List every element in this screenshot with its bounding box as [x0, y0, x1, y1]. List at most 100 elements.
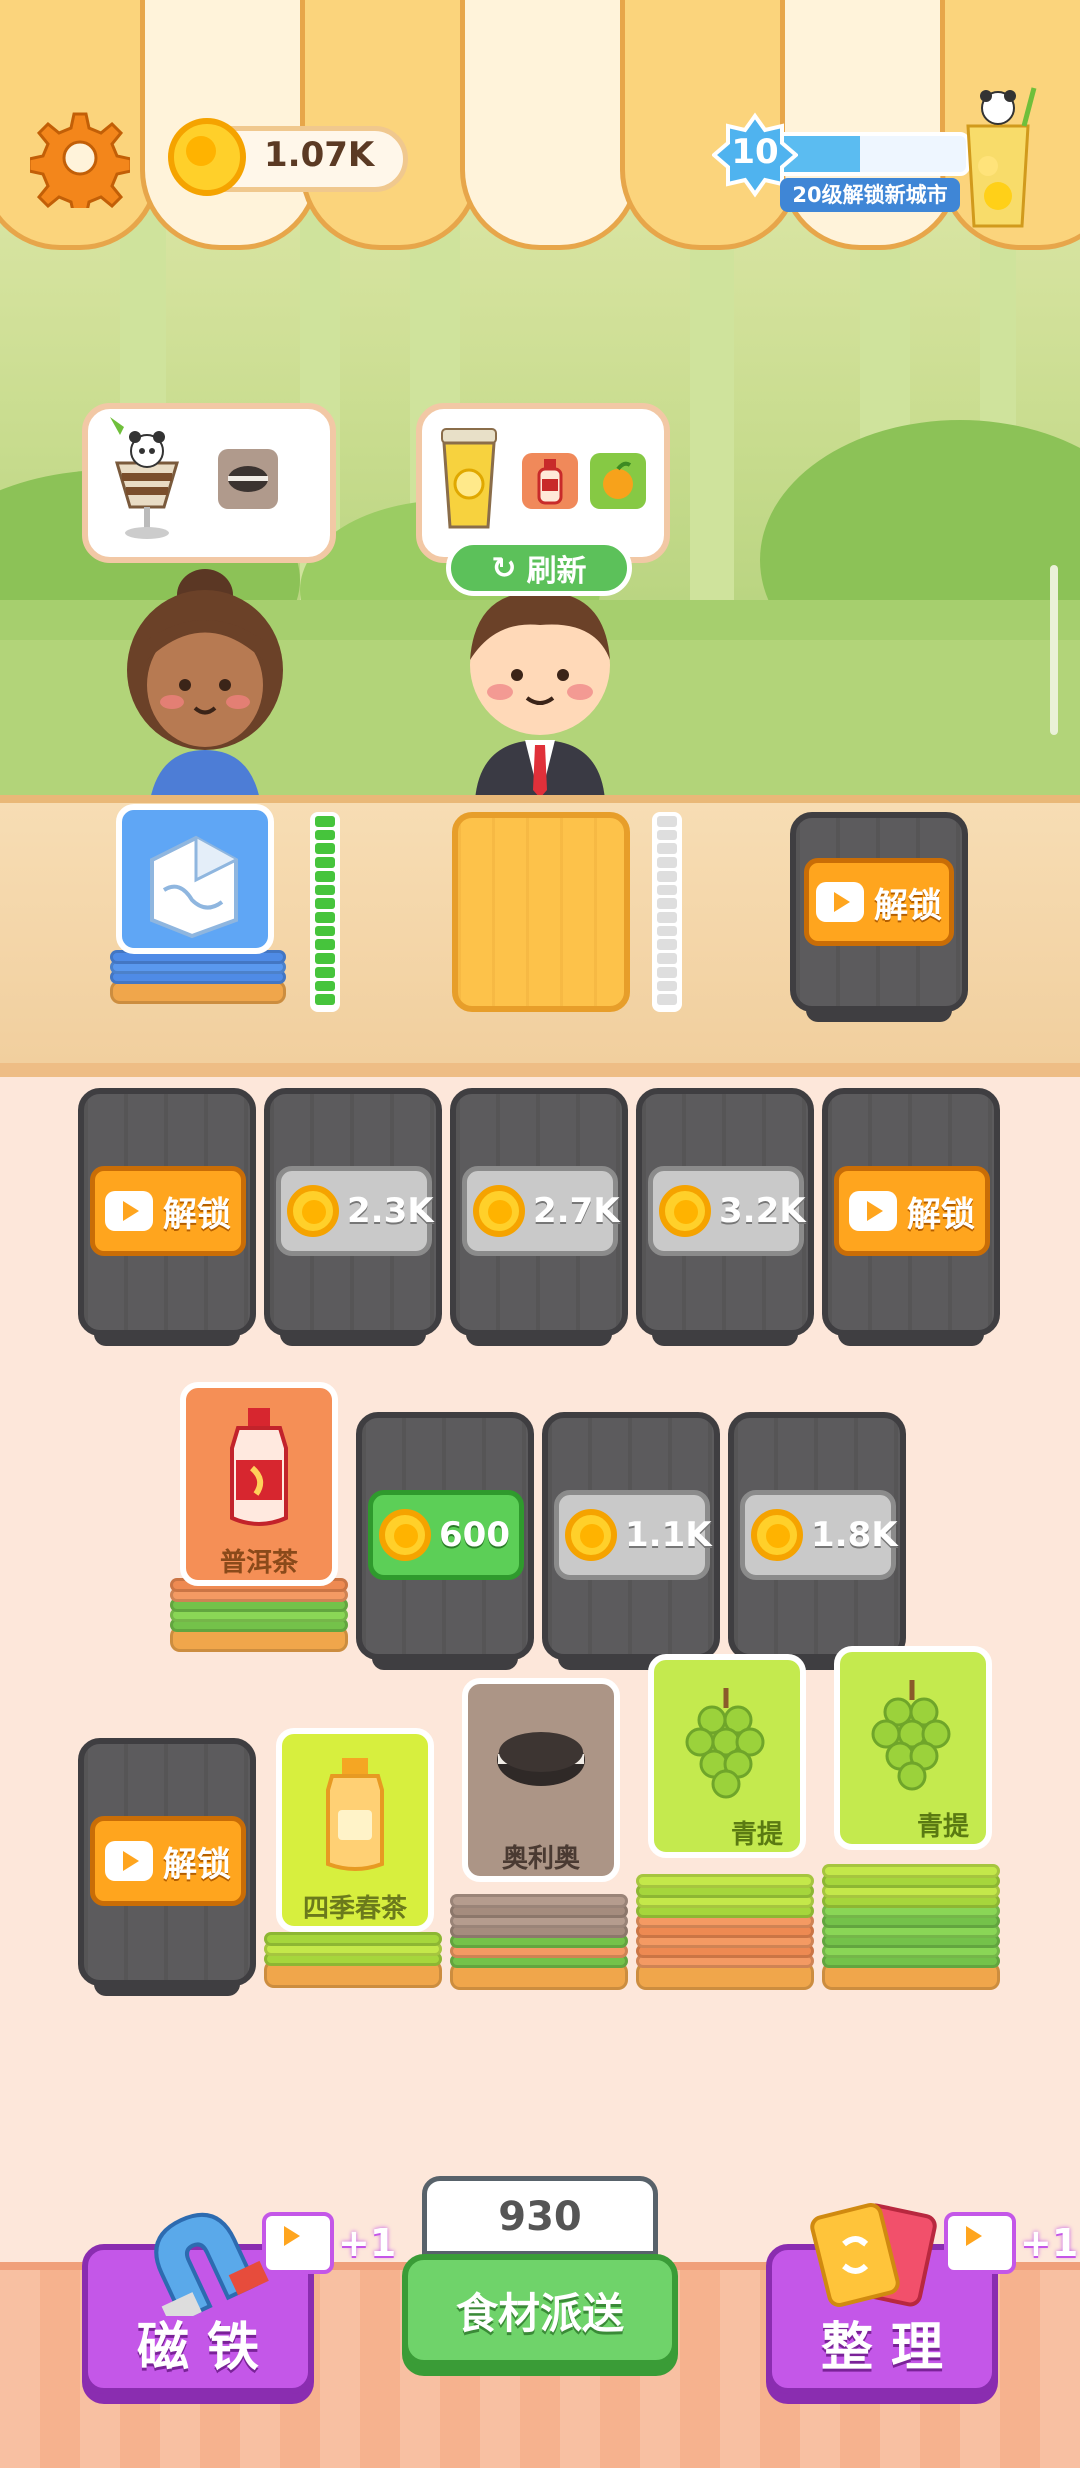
meter-segment: [657, 816, 677, 827]
coin-icon: [379, 1509, 431, 1561]
refresh-button[interactable]: ↻ 刷新: [446, 540, 632, 596]
counter-slot-2[interactable]: [452, 812, 630, 1012]
coin-icon: [565, 1509, 617, 1561]
green-grape-card[interactable]: 青提: [834, 1646, 992, 1850]
board-slot-r1c3[interactable]: 2.7K: [450, 1088, 628, 1346]
board-slot-r1c5[interactable]: 解锁: [822, 1088, 1000, 1346]
lemon-tea-icon: [434, 419, 504, 539]
board-slot-r2c3[interactable]: 1.1K: [542, 1412, 720, 1670]
dispatch-count-box: 930: [422, 2176, 658, 2256]
coin-icon: [659, 1185, 711, 1237]
board-slot-r1c2[interactable]: 2.3K: [264, 1088, 442, 1346]
magnet-bonus-label: +1: [338, 2221, 397, 2265]
order-bubble-left: [82, 403, 336, 563]
meter-segment: [315, 966, 335, 978]
meter-segment: [657, 980, 677, 992]
meter-segment: [657, 829, 677, 841]
card-label: 青提: [916, 1812, 969, 1842]
board-stack-green-grape-1[interactable]: 青提: [636, 1654, 814, 1998]
price-label: 2.3K: [347, 1191, 434, 1231]
sort-cards-icon: [800, 2196, 950, 2316]
green-grape-card[interactable]: 青提: [648, 1654, 806, 1858]
unlock-button[interactable]: 解锁: [834, 1166, 990, 1256]
price-label: 600: [439, 1515, 510, 1555]
customer-girl[interactable]: [120, 560, 290, 800]
sort-ad-bonus[interactable]: +1: [944, 2212, 1078, 2274]
orange-icon: [590, 453, 646, 509]
oreo-card[interactable]: 奥利奥: [462, 1678, 620, 1882]
board-slot-r2c4[interactable]: 1.8K: [728, 1412, 906, 1670]
dispatch-button[interactable]: 食材派送: [402, 2254, 678, 2366]
board-stack-green-grape-2[interactable]: 青提: [822, 1646, 1000, 1998]
board-slot-r3c1[interactable]: 解锁: [78, 1738, 256, 1996]
video-ad-icon: [849, 1191, 897, 1231]
grape-icon: [685, 1688, 765, 1799]
oreo-icon: [218, 449, 278, 509]
milk-carton-icon: [150, 835, 238, 939]
grape-icon: [871, 1680, 951, 1791]
meter-segment: [657, 898, 677, 909]
meter-segment: [315, 980, 335, 992]
board-stack-four-season-tea[interactable]: 四季春茶: [264, 1728, 442, 1998]
customer-boy[interactable]: [455, 580, 625, 800]
settings-button[interactable]: [27, 108, 133, 218]
unlock-label: 解锁: [907, 1194, 975, 1235]
video-ad-icon: [105, 1191, 153, 1231]
slot-1-meter: [310, 812, 340, 1012]
puer-tea-card[interactable]: 普洱茶: [180, 1382, 338, 1586]
board-stack-puer-tea[interactable]: 普洱茶: [170, 1382, 348, 1662]
coin-icon: [473, 1185, 525, 1237]
meter-segment: [657, 870, 677, 882]
price-button[interactable]: 600: [368, 1490, 524, 1580]
gear-icon: [27, 112, 133, 218]
slot-2-meter: [652, 812, 682, 1012]
price-button[interactable]: 1.1K: [554, 1490, 712, 1580]
coin-icon: [287, 1185, 339, 1237]
meter-segment: [315, 939, 335, 951]
bottle-icon: [522, 453, 578, 509]
unlock-label: 解锁: [163, 1194, 231, 1235]
coin-icon: [168, 118, 246, 196]
counter-slot-3-locked[interactable]: 解锁: [790, 812, 968, 1022]
card-label: 四季春茶: [302, 1894, 407, 1924]
board-slot-r2c2[interactable]: 600: [356, 1412, 534, 1670]
price-button[interactable]: 2.3K: [276, 1166, 434, 1256]
meter-segment: [657, 857, 677, 868]
dispatch-label: 食材派送: [455, 2288, 624, 2338]
unlock-label: 解锁: [163, 1844, 231, 1885]
board-slot-r1c1[interactable]: 解锁: [78, 1088, 256, 1346]
price-label: 1.8K: [811, 1515, 898, 1555]
sort-bonus-label: +1: [1020, 2221, 1079, 2265]
meter-segment: [657, 884, 677, 896]
meter-segment: [315, 898, 335, 909]
price-button[interactable]: 3.2K: [648, 1166, 806, 1256]
meter-segment: [657, 843, 677, 855]
dispatch-count: 930: [498, 2194, 582, 2240]
price-label: 2.7K: [533, 1191, 620, 1231]
milk-card[interactable]: [116, 804, 274, 954]
puer-tea-bottle-icon: [230, 1408, 288, 1526]
magnet-ad-bonus[interactable]: +1: [262, 2212, 396, 2274]
order-bubble-right: [416, 403, 670, 563]
four-season-tea-bottle-icon: [326, 1758, 384, 1871]
video-ad-icon: [816, 882, 864, 922]
magnet-icon: [130, 2196, 270, 2327]
unlock-button[interactable]: 解锁: [90, 1816, 246, 1906]
refresh-icon: ↻: [491, 550, 517, 586]
four-season-tea-card[interactable]: 四季春茶: [276, 1728, 434, 1932]
counter-slot-1[interactable]: [110, 800, 286, 1012]
price-button[interactable]: 1.8K: [740, 1490, 898, 1580]
lemon-tea-jar-icon[interactable]: [958, 86, 1038, 232]
board-stack-oreo[interactable]: 奥利奥: [450, 1678, 628, 1998]
unlock-button[interactable]: 解锁: [90, 1166, 246, 1256]
meter-segment: [315, 870, 335, 882]
price-button[interactable]: 2.7K: [462, 1166, 620, 1256]
parfait-icon: [102, 415, 192, 545]
level-progress-bar: [770, 132, 970, 176]
board-slot-r1c4[interactable]: 3.2K: [636, 1088, 814, 1346]
counter-unlock-button[interactable]: 解锁: [804, 858, 954, 946]
meter-segment: [315, 857, 335, 868]
meter-segment: [315, 953, 335, 964]
refresh-label: 刷新: [526, 554, 587, 589]
card-label: 奥利奥: [501, 1844, 580, 1874]
